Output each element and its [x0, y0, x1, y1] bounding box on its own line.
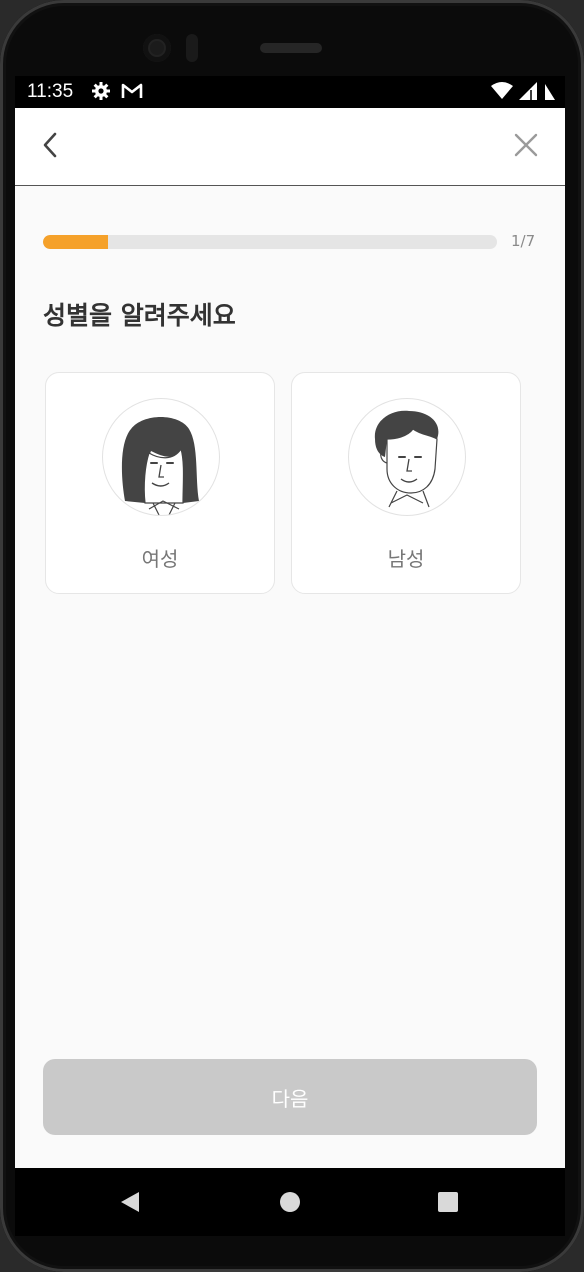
- back-triangle-icon[interactable]: [119, 1190, 141, 1218]
- option-female-card[interactable]: 여성: [45, 372, 275, 594]
- male-avatar-icon: [348, 398, 466, 516]
- chevron-left-icon: [41, 132, 59, 162]
- progress-label: 1/7: [511, 232, 536, 250]
- gear-icon: [91, 81, 111, 105]
- battery-icon: [543, 82, 555, 104]
- system-nav-bar: [15, 1168, 565, 1236]
- back-button[interactable]: [35, 130, 65, 164]
- earpiece-speaker: [260, 43, 322, 53]
- page-title: 성별을 알려주세요: [43, 301, 236, 330]
- gmail-icon: [121, 82, 143, 104]
- app-screen: 11:35 1/7 성별을 알려주세요 여성 남성 다음: [15, 76, 565, 1168]
- progress-bar: [43, 235, 497, 249]
- option-male-card[interactable]: 남성: [291, 372, 521, 594]
- female-avatar-icon: [102, 398, 220, 516]
- option-female-label: 여성: [141, 547, 179, 571]
- recents-square-icon[interactable]: [438, 1192, 458, 1212]
- status-bar: 11:35: [15, 76, 565, 108]
- front-camera: [143, 34, 171, 62]
- option-male-label: 남성: [387, 547, 425, 571]
- home-circle-icon[interactable]: [280, 1192, 300, 1212]
- close-button[interactable]: [509, 130, 543, 164]
- signal-icon: [519, 82, 537, 104]
- next-button[interactable]: 다음: [43, 1059, 537, 1135]
- phone-frame: 11:35 1/7 성별을 알려주세요 여성 남성 다음: [0, 0, 584, 1272]
- proximity-sensor: [186, 34, 198, 62]
- app-bar: [15, 108, 565, 186]
- status-time: 11:35: [27, 81, 74, 102]
- wifi-icon: [491, 82, 513, 104]
- close-icon: [513, 132, 539, 162]
- progress-fill: [43, 235, 108, 249]
